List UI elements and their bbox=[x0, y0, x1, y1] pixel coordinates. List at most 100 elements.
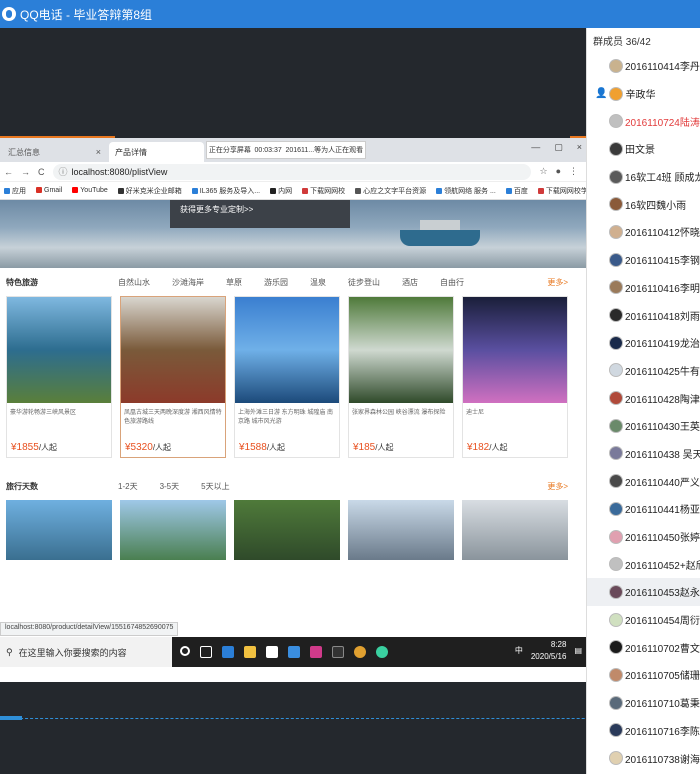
tray-ime[interactable]: 中 bbox=[515, 645, 523, 657]
back-icon[interactable]: ← bbox=[4, 167, 13, 177]
member-item[interactable]: 2016110716李陈林 bbox=[587, 717, 700, 745]
menu-icon[interactable]: ⋮ bbox=[569, 166, 578, 177]
bookmark-item[interactable]: 应用 bbox=[4, 186, 26, 196]
price-unit: /人起 bbox=[489, 443, 508, 452]
account-icon[interactable]: ● bbox=[556, 166, 561, 177]
product-card-image[interactable] bbox=[120, 500, 226, 560]
member-item[interactable]: 2016110440严义辉 bbox=[587, 467, 700, 495]
avatar bbox=[609, 501, 623, 516]
member-item[interactable]: 2016110702曹文旭 bbox=[587, 633, 700, 661]
category-link[interactable]: 自由行 bbox=[440, 278, 464, 287]
member-item[interactable]: 👤 辛政华 bbox=[587, 80, 700, 108]
category-link[interactable]: 1-2天 bbox=[118, 482, 138, 491]
more-link[interactable]: 更多> bbox=[547, 481, 568, 492]
member-item[interactable]: 2016110453赵永红 bbox=[587, 578, 700, 606]
member-item[interactable]: 2016110416李明亮 bbox=[587, 274, 700, 302]
bookmark-label: Gmail bbox=[44, 187, 63, 194]
member-item[interactable]: 2016110425牛有为 bbox=[587, 357, 700, 385]
tab-product[interactable]: 产品详情 bbox=[109, 142, 204, 162]
member-item[interactable]: 2016110419龙治 bbox=[587, 329, 700, 357]
product-card[interactable]: 上海外滩三日游 东方明珠 城隍庙 南京路 城市风光游 ¥1588/人起 bbox=[234, 296, 340, 458]
url-field[interactable]: ⓘ localhost:8080/plistView bbox=[52, 163, 532, 180]
member-item[interactable]: 2016110418刘雨婷 bbox=[587, 301, 700, 329]
bookmark-item[interactable]: 百度 bbox=[505, 186, 528, 196]
member-item[interactable]: 2016110430王英杰 bbox=[587, 412, 700, 440]
product-card[interactable]: 豪华游轮畅游三峡风景区 ¥1855/人起 bbox=[6, 296, 112, 458]
hero-link[interactable]: 获得更多专业定制>> bbox=[180, 205, 253, 214]
mail-icon[interactable] bbox=[288, 646, 300, 658]
bookmark-item[interactable]: Gmail bbox=[36, 187, 62, 194]
star-icon[interactable]: ☆ bbox=[539, 166, 547, 177]
member-name: 2016110453赵永红 bbox=[625, 588, 700, 600]
info-icon: ⓘ bbox=[58, 167, 68, 177]
edge-icon[interactable] bbox=[222, 646, 234, 658]
app2-icon[interactable] bbox=[376, 646, 388, 658]
forward-icon[interactable]: → bbox=[21, 167, 30, 177]
member-item[interactable]: 田文景 bbox=[587, 135, 700, 163]
product-card[interactable]: 凤凰古城三天两晚深度游 湘西风情特色旅游路线 ¥5320/人起 bbox=[120, 296, 226, 458]
store-icon[interactable] bbox=[266, 646, 278, 658]
reload-icon[interactable]: C bbox=[38, 167, 45, 177]
category-link[interactable]: 草原 bbox=[226, 278, 242, 287]
bookmark-item[interactable]: 好米克米企业邮箱 bbox=[117, 186, 182, 196]
bookmark-item[interactable]: 心应之文字平台资源 bbox=[355, 186, 426, 196]
category-link[interactable]: 5天以上 bbox=[201, 482, 229, 491]
member-item[interactable]: 2016110454周衍庆 bbox=[587, 606, 700, 634]
more-link[interactable]: 更多> bbox=[547, 277, 568, 288]
price-value: ¥185 bbox=[353, 442, 376, 453]
member-item[interactable]: 2016110738谢海玮 bbox=[587, 744, 700, 772]
maximize-icon[interactable]: ▢ bbox=[554, 142, 563, 153]
member-item[interactable]: 16软工4班 顾成龙 bbox=[587, 163, 700, 191]
category-link[interactable]: 3-5天 bbox=[160, 482, 180, 491]
member-item[interactable]: 16软四魏小雨 bbox=[587, 190, 700, 218]
category-link[interactable]: 沙滩海岸 bbox=[172, 278, 204, 287]
close-tab-icon[interactable]: × bbox=[96, 147, 101, 157]
member-item[interactable]: 2016110414李丹丹 bbox=[587, 52, 700, 80]
member-item[interactable]: 2016110438 吴天赋 bbox=[587, 440, 700, 468]
category-link[interactable]: 温泉 bbox=[310, 278, 326, 287]
product-card[interactable]: 张家界森林公园 峡谷漂流 瀑布探险 ¥185/人起 bbox=[348, 296, 454, 458]
price-unit: /人起 bbox=[152, 443, 172, 452]
bookmark-item[interactable]: IL365 服务及导入... bbox=[191, 186, 260, 196]
product-card-image[interactable] bbox=[6, 500, 112, 560]
price-unit: /人起 bbox=[375, 443, 394, 452]
product-card-image[interactable] bbox=[234, 500, 340, 560]
member-item[interactable]: 2016110441杨亚伟 bbox=[587, 495, 700, 523]
chrome-icon[interactable] bbox=[354, 646, 366, 658]
member-item[interactable]: 2016110705储珊珊 bbox=[587, 661, 700, 689]
bookmark-item[interactable]: YouTube bbox=[72, 187, 108, 194]
member-item[interactable]: 2016110412怀晓庆 bbox=[587, 218, 700, 246]
app-icon[interactable] bbox=[310, 646, 322, 658]
bookmark-icon bbox=[191, 187, 198, 194]
avatar bbox=[609, 557, 623, 572]
task-view-icon[interactable] bbox=[200, 646, 212, 658]
category-link[interactable]: 游乐园 bbox=[264, 278, 288, 287]
bookmark-item[interactable]: 下载网网校 bbox=[302, 186, 345, 196]
category-link[interactable]: 自然山水 bbox=[118, 278, 150, 287]
product-price: ¥185/人起 bbox=[353, 442, 393, 453]
folder-icon[interactable] bbox=[244, 646, 256, 658]
member-item[interactable]: 2016110452+赵欣雨 bbox=[587, 550, 700, 578]
member-item[interactable]: 2016110428陶津 bbox=[587, 384, 700, 412]
tab-summary[interactable]: 汇总信息 × bbox=[2, 142, 107, 162]
product-card-image[interactable] bbox=[348, 500, 454, 560]
member-name: 2016110710葛秉中 bbox=[625, 699, 700, 711]
taskbar-search[interactable]: ⚲ 在这里输入你要搜索的内容 bbox=[0, 637, 172, 667]
member-item[interactable]: 2016110450张婷婷 bbox=[587, 523, 700, 551]
product-card[interactable]: 迪士尼 ¥182/人起 bbox=[462, 296, 568, 458]
member-item[interactable]: 2016110724陆涛 bbox=[587, 107, 700, 135]
bookmark-item[interactable]: 领航网络 服务 ... bbox=[436, 186, 496, 196]
terminal-icon[interactable] bbox=[332, 646, 344, 658]
member-item[interactable]: 2016110710葛秉中 bbox=[587, 689, 700, 717]
notification-icon[interactable]: ▤ bbox=[574, 645, 582, 657]
minimize-icon[interactable]: — bbox=[531, 142, 540, 153]
product-card-image[interactable] bbox=[462, 500, 568, 560]
bookmark-item[interactable]: 下载网网校学习平台 bbox=[537, 186, 586, 196]
category-link[interactable]: 酒店 bbox=[402, 278, 418, 287]
bookmark-item[interactable]: 内网 bbox=[270, 186, 292, 196]
category-link[interactable]: 徒步登山 bbox=[348, 278, 380, 287]
member-item[interactable]: 2016110415李钢 bbox=[587, 246, 700, 274]
avatar bbox=[609, 280, 623, 295]
cortana-icon[interactable] bbox=[180, 646, 190, 656]
close-icon[interactable]: × bbox=[577, 142, 582, 153]
